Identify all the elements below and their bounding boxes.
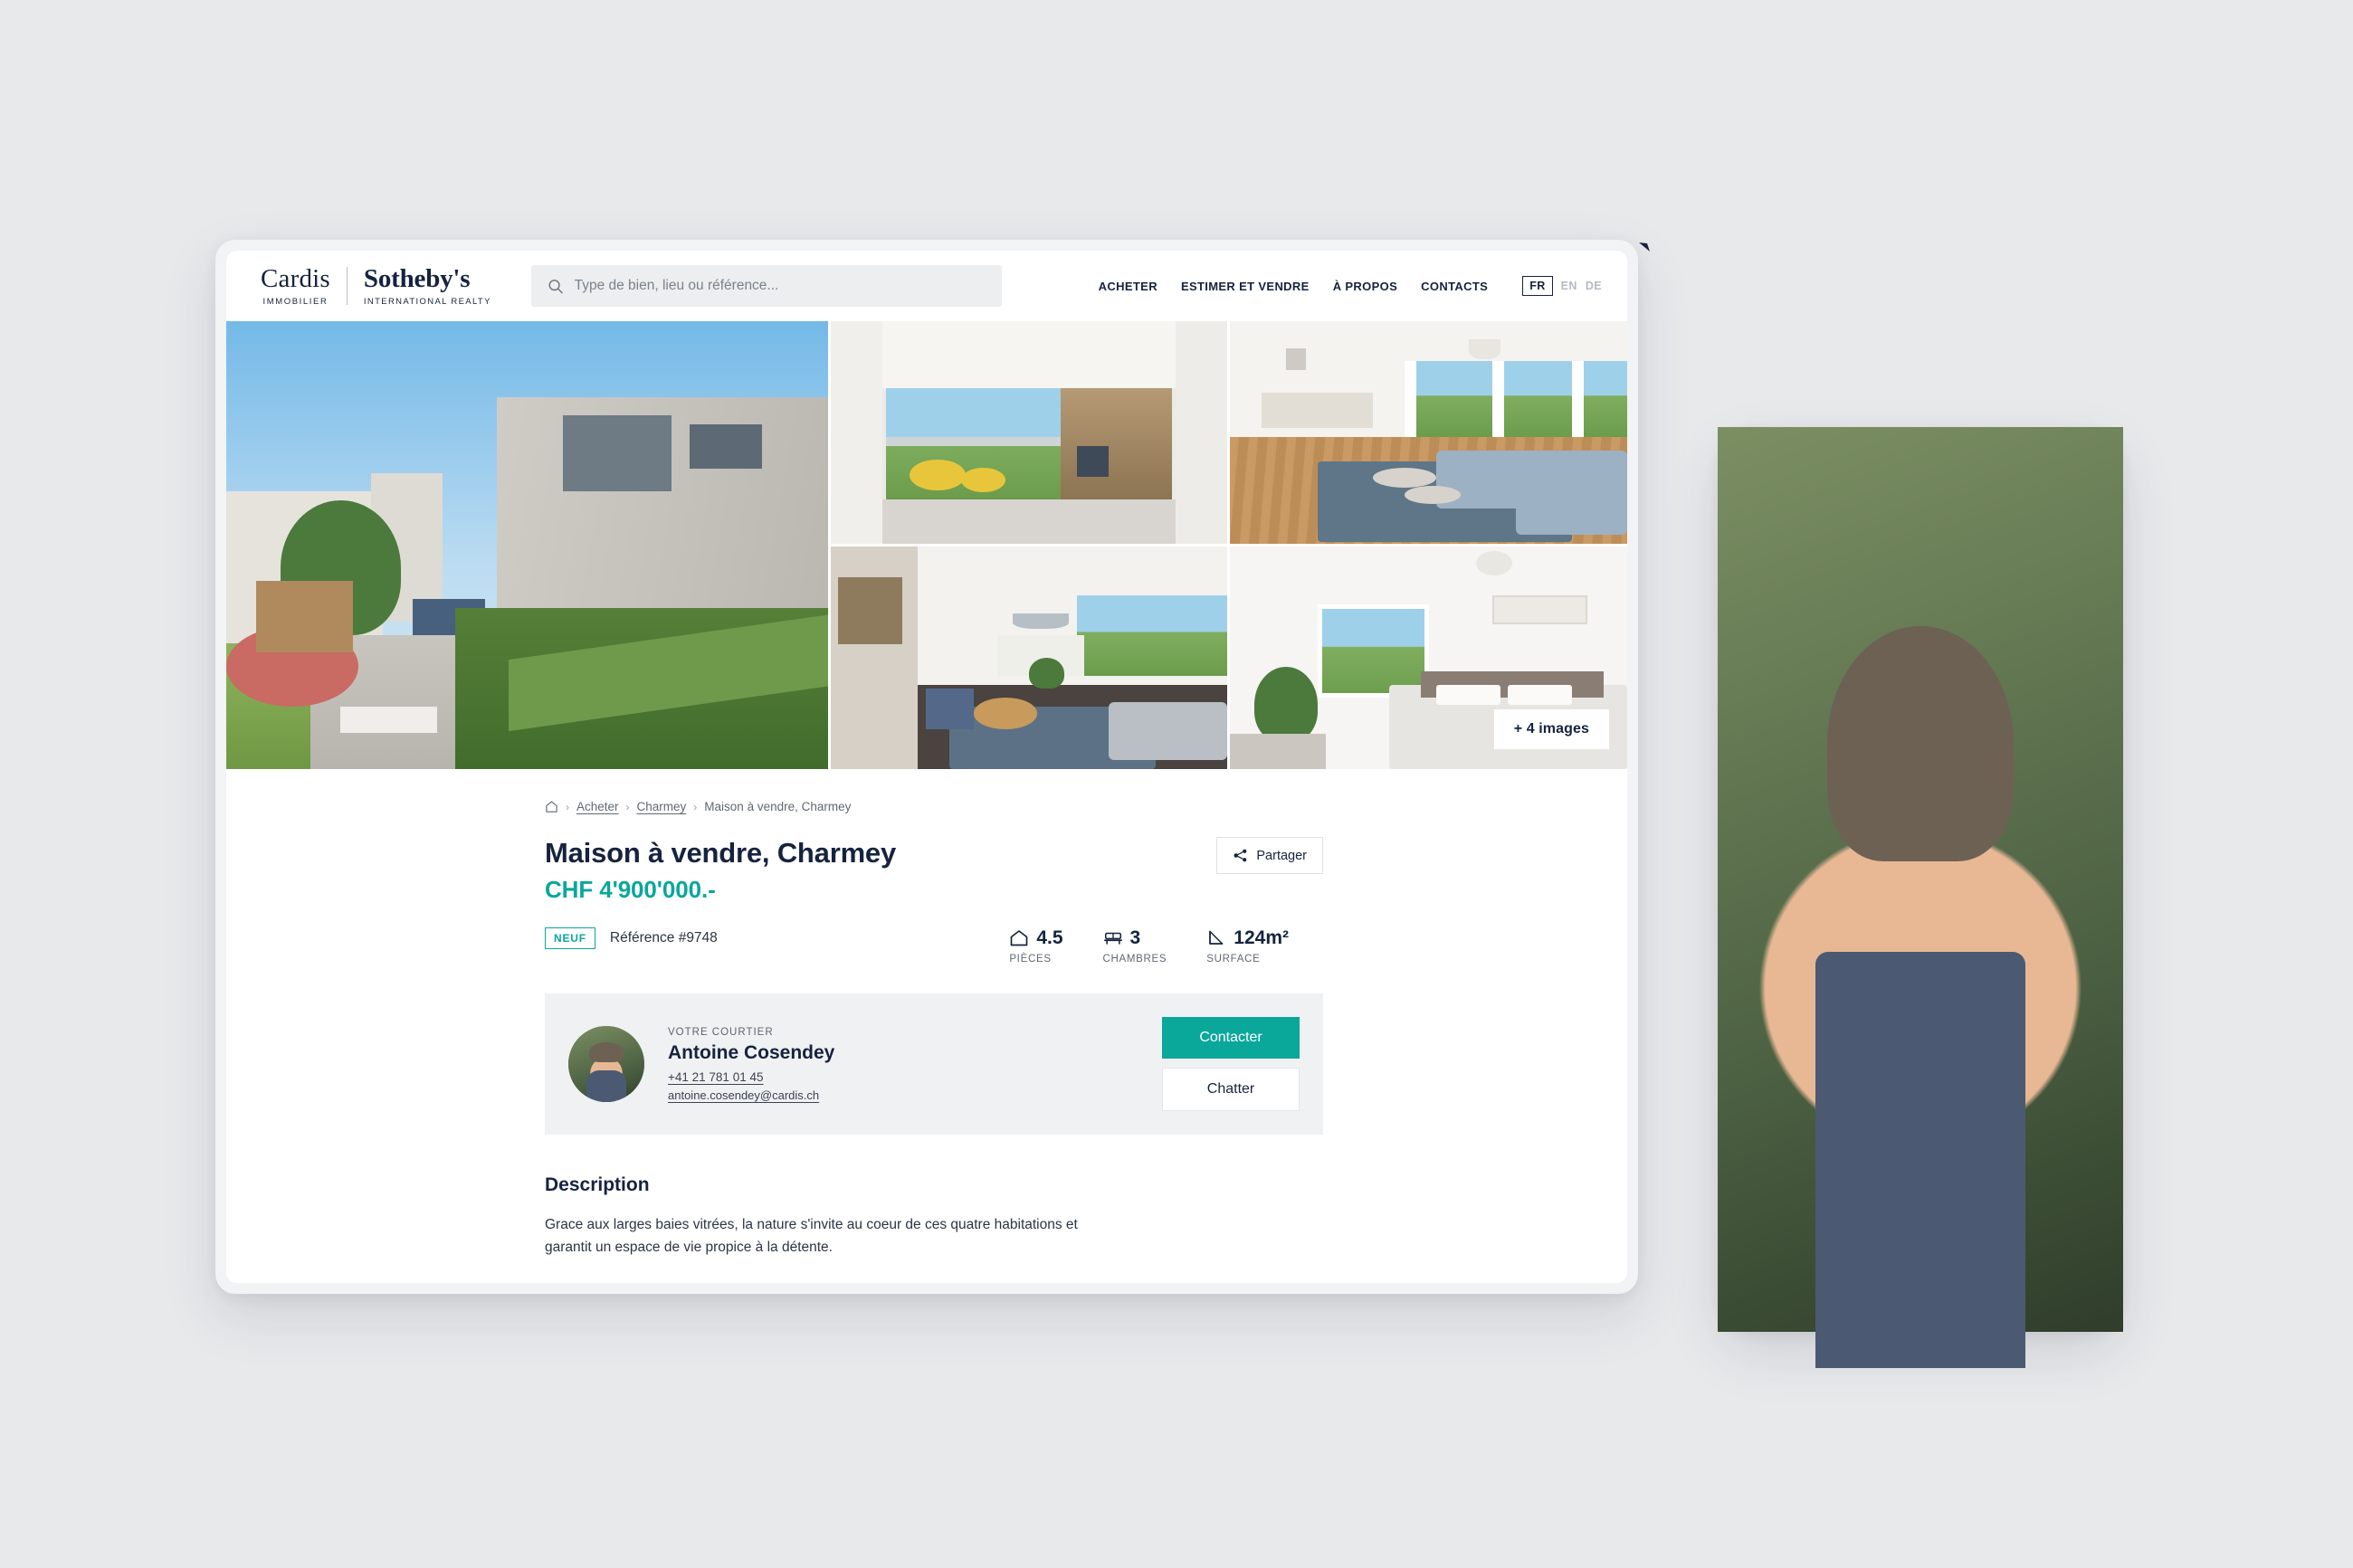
description-heading: Description — [545, 1174, 650, 1195]
contact-button[interactable]: Contacter — [1162, 1017, 1300, 1059]
agent-phone[interactable]: +41 21 781 01 45 — [668, 1070, 834, 1084]
stat-chambres-label: CHAMBRES — [1102, 954, 1167, 965]
avatar — [568, 1026, 644, 1102]
house-icon — [1010, 930, 1028, 946]
desktop-header: Cardis IMMOBILIER Sotheby's INTERNATIONA… — [226, 242, 1650, 321]
badge-reference-group: NEUF Référence #9748 — [545, 927, 718, 949]
search-bar[interactable] — [530, 265, 1002, 307]
logo-divider — [346, 267, 348, 305]
mobile-content: ‹ Charmey Partager Maison à vendre, Char… — [1718, 427, 2123, 1368]
breadcrumb-item-charmey[interactable]: Charmey — [637, 800, 687, 813]
listing-meta-row: NEUF Référence #9748 4.5 PIÈCES 3 CHAMBR… — [545, 927, 1323, 965]
nav-item-a-propos[interactable]: À PROPOS — [1333, 280, 1397, 293]
agent-role: VOTRE COURTIER — [668, 1026, 774, 1038]
photo-gallery: + 4 images — [226, 321, 1627, 769]
cardis-wordmark: Cardis — [261, 263, 330, 293]
gallery-tile-exterior-street-view[interactable] — [226, 321, 828, 769]
agent-info: VOTRE COURTIER Antoine Cosendey +41 21 7… — [668, 1027, 834, 1102]
desktop-content: › Acheter › Charmey › Maison à vendre, C… — [226, 769, 1627, 1283]
gallery-tile-open-plan-living-dining[interactable] — [1230, 321, 1627, 544]
mobile-screen: Cardis IMMOBILIER Sotheby's INTERNATIONA… — [1718, 427, 2123, 1368]
mobile-agent-card: VOTRE COURTIER Antoine Cosendey +41 21 7… — [1718, 427, 2123, 1368]
agent-name: Antoine Cosendey — [668, 1041, 835, 1063]
mobile-device-frame: Cardis IMMOBILIER Sotheby's INTERNATIONA… — [1718, 427, 2123, 1368]
nav-item-estimer-et-vendre[interactable]: ESTIMER ET VENDRE — [1181, 280, 1310, 293]
stat-surface-label: SURFACE — [1206, 954, 1261, 965]
desktop-device-frame: Cardis IMMOBILIER Sotheby's INTERNATIONA… — [215, 240, 1650, 1294]
chat-button[interactable]: Chatter — [1162, 1068, 1300, 1111]
share-icon — [1234, 849, 1247, 862]
share-button[interactable]: Partager — [1216, 837, 1323, 874]
reference-number: Référence #9748 — [609, 930, 718, 946]
breadcrumb-item-current: Maison à vendre, Charmey — [704, 800, 852, 813]
more-images-button[interactable]: + 4 images — [1493, 709, 1609, 749]
cardis-logo: Cardis IMMOBILIER — [261, 242, 1650, 307]
agent-email[interactable]: antoine.cosendey@cardis.ch — [668, 1088, 834, 1102]
mobile-avatar — [1718, 427, 2123, 1368]
lang-de[interactable]: DE — [1586, 280, 1602, 292]
cardis-subtitle: IMMOBILIER — [262, 296, 329, 307]
status-badge: NEUF — [545, 927, 595, 949]
listing-stats: 4.5 PIÈCES 3 CHAMBRES 124m² SURFACE — [1009, 927, 1289, 965]
desktop-screen: Cardis IMMOBILIER Sotheby's INTERNATIONA… — [226, 242, 1650, 1283]
gallery-tile-living-room-with-dining-table[interactable] — [830, 546, 1228, 769]
stat-pieces-value: 4.5 — [1036, 927, 1063, 948]
stat-pieces: 4.5 PIÈCES — [1009, 927, 1062, 965]
breadcrumb: › Acheter › Charmey › Maison à vendre, C… — [545, 800, 1323, 813]
breadcrumb-item-acheter[interactable]: Acheter — [576, 800, 619, 813]
sothebys-logo: Sotheby's INTERNATIONAL REALTY — [363, 263, 491, 307]
stat-pieces-label: PIÈCES — [1009, 954, 1052, 965]
lang-en[interactable]: EN — [1561, 280, 1577, 292]
description-text: Grace aux larges baies vitrées, la natur… — [545, 1217, 1078, 1255]
page-title: Maison à vendre, Charmey — [545, 837, 897, 869]
agent-card: VOTRE COURTIER Antoine Cosendey +41 21 7… — [545, 993, 1323, 1135]
breadcrumb-separator: › — [625, 800, 630, 813]
listing-price: CHF 4'900'000.- — [545, 876, 716, 903]
bed-icon — [1103, 932, 1122, 945]
breadcrumb-separator: › — [566, 800, 569, 813]
search-input[interactable] — [574, 278, 986, 294]
screenshot-stage: Cardis IMMOBILIER Sotheby's INTERNATIONA… — [0, 0, 2353, 1568]
home-icon[interactable] — [545, 800, 558, 813]
stat-surface-value: 124m² — [1234, 927, 1289, 948]
gallery-tile-terrace-with-mountain-view[interactable] — [830, 321, 1228, 544]
stat-chambres: 3 CHAMBRES — [1103, 927, 1167, 965]
gallery-tile-bedroom-with-balcony[interactable]: + 4 images — [1230, 546, 1627, 769]
lang-fr[interactable]: FR — [1522, 275, 1553, 297]
sothebys-wordmark: Sotheby's — [363, 263, 471, 293]
search-icon — [548, 279, 563, 293]
brand-logo[interactable]: Cardis IMMOBILIER Sotheby's INTERNATIONA… — [261, 242, 1650, 307]
area-icon — [1209, 930, 1224, 945]
share-button-label: Partager — [1256, 848, 1307, 863]
nav-item-acheter[interactable]: ACHETER — [1099, 280, 1157, 293]
breadcrumb-separator: › — [693, 800, 698, 813]
sothebys-subtitle: INTERNATIONAL REALTY — [363, 296, 491, 307]
language-switcher: FR EN DE — [1522, 275, 1602, 297]
stat-chambres-value: 3 — [1129, 927, 1141, 948]
listing-title-row: Maison à vendre, Charmey CHF 4'900'000.-… — [545, 837, 1323, 904]
stat-surface: 124m² SURFACE — [1206, 927, 1289, 965]
nav-item-contacts[interactable]: CONTACTS — [1421, 280, 1488, 293]
main-nav: ACHETER ESTIMER ET VENDRE À PROPOS CONTA… — [1099, 275, 1602, 297]
agent-actions: Contacter Chatter — [1162, 1017, 1300, 1111]
